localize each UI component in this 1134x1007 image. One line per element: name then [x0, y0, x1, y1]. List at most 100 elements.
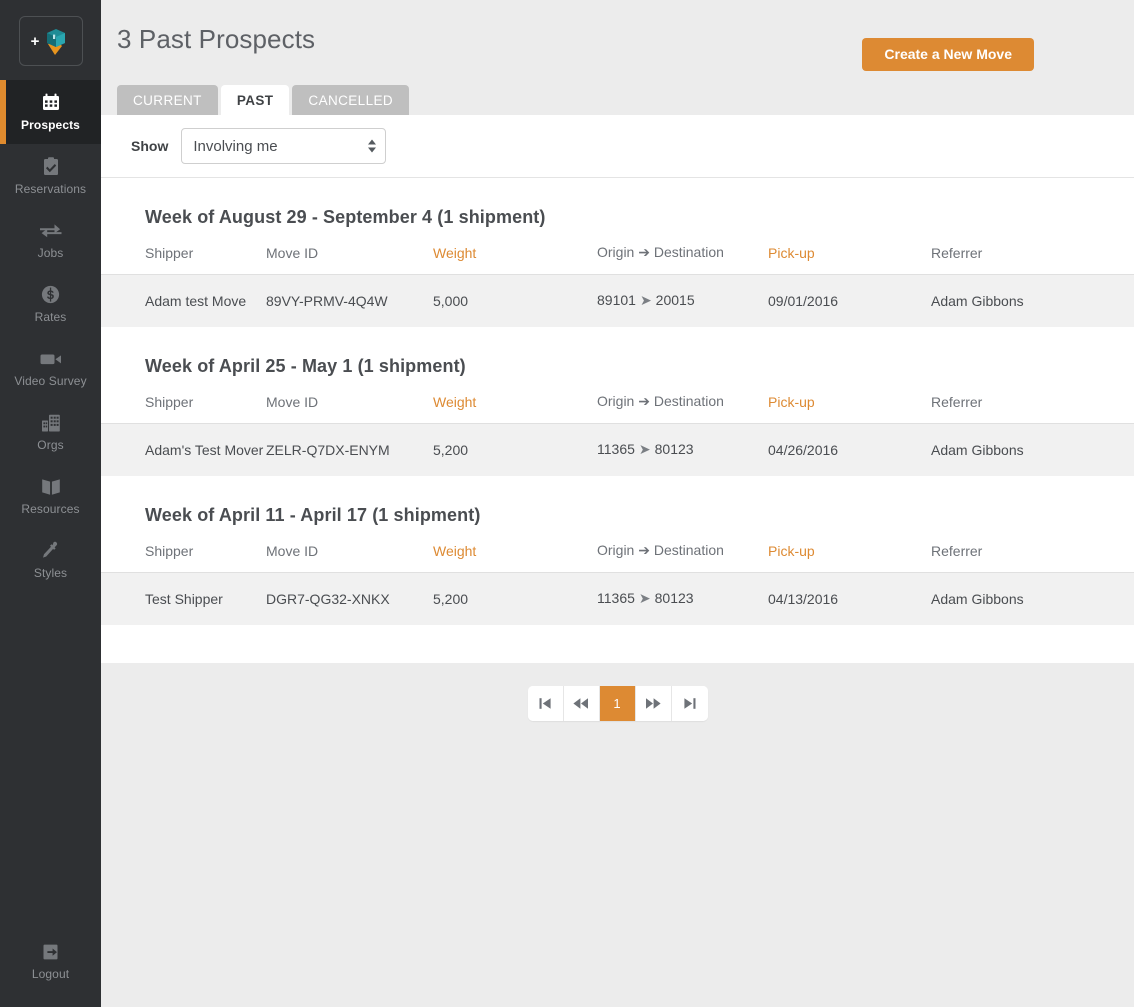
sidebar-item-label: Styles — [33, 565, 68, 580]
cell-origin-destination: 11365 ➤ 80123 — [597, 423, 768, 476]
show-filter-wrapper: Involving me — [181, 128, 387, 164]
calendar-icon — [41, 93, 61, 113]
first-page-button[interactable] — [527, 686, 564, 721]
cell-move-id: 89VY-PRMV-4Q4W — [266, 274, 433, 327]
show-filter-select[interactable]: Involving me — [181, 128, 387, 164]
table-row[interactable]: Adam's Test Mover ZELR-Q7DX-ENYM 5,200 1… — [101, 423, 1134, 476]
main-content: 3 Past Prospects Create a New Move CURRE… — [101, 0, 1134, 1007]
logo-area: + — [0, 0, 101, 66]
cell-origin: 89101 — [597, 292, 636, 308]
app-root: + Prospects Reservations Jobs Rates Vide… — [0, 0, 1134, 1007]
building-icon — [41, 413, 61, 433]
cell-weight: 5,200 — [433, 423, 597, 476]
cell-destination: 80123 — [654, 441, 694, 457]
clipboard-check-icon — [42, 157, 60, 177]
next-page-icon — [645, 697, 661, 710]
column-header-move-id: Move ID — [266, 542, 319, 559]
cell-referrer: Adam Gibbons — [931, 572, 1134, 625]
pagination: 1 — [101, 686, 1134, 721]
column-header-shipper: Shipper — [145, 542, 194, 559]
video-camera-icon — [40, 349, 62, 369]
column-header-weight[interactable]: Weight — [433, 536, 597, 573]
sidebar-bottom: Logout — [0, 929, 101, 1007]
book-icon — [41, 477, 61, 497]
week-group-title: Week of April 11 - April 17 (1 shipment) — [145, 505, 481, 525]
sidebar-item-logout[interactable]: Logout — [0, 929, 101, 993]
column-header-move-id: Move ID — [266, 244, 319, 261]
moves-table: Shipper Move ID Weight Origin ➔ Destinat… — [101, 387, 1134, 476]
cell-pickup: 09/01/2016 — [768, 274, 931, 327]
status-tabs: CURRENT PAST CANCELLED — [117, 85, 410, 115]
sidebar-item-label: Prospects — [21, 117, 80, 132]
sidebar-item-reservations[interactable]: Reservations — [0, 144, 101, 208]
sidebar-item-styles[interactable]: Styles — [0, 528, 101, 592]
tab-cancelled[interactable]: CANCELLED — [292, 85, 410, 115]
sidebar-item-label: Resources — [21, 501, 80, 516]
column-header-shipper: Shipper — [145, 393, 194, 410]
cell-origin-destination: 89101 ➤ 20015 — [597, 274, 768, 327]
page-number-button[interactable]: 1 — [599, 686, 636, 721]
main-sidebar: + Prospects Reservations Jobs Rates Vide… — [0, 0, 101, 1007]
table-header-row: Shipper Move ID Weight Origin ➔ Destinat… — [101, 387, 1134, 424]
sidebar-item-label: Rates — [34, 309, 67, 324]
route-arrow-icon: ➤ — [638, 590, 651, 606]
pagination-area: 1 — [101, 663, 1134, 1007]
week-group: Week of April 11 - April 17 (1 shipment)… — [101, 476, 1134, 625]
cell-destination: 20015 — [655, 292, 695, 308]
create-new-move-button[interactable]: Create a New Move — [862, 38, 1034, 71]
add-move-logo-button[interactable]: + — [18, 16, 83, 66]
cell-weight: 5,200 — [433, 572, 597, 625]
prospects-list: Week of August 29 - September 4 (1 shipm… — [101, 178, 1134, 663]
table-row[interactable]: Test Shipper DGR7-QG32-XNKX 5,200 11365 ➤… — [101, 572, 1134, 625]
moving-box-logo-icon — [42, 26, 70, 56]
sidebar-item-resources[interactable]: Resources — [0, 464, 101, 528]
eyedropper-icon — [41, 541, 60, 561]
next-page-button[interactable] — [635, 686, 672, 721]
transfer-arrows-icon — [39, 221, 62, 241]
cell-weight: 5,000 — [433, 274, 597, 327]
sidebar-item-video-survey[interactable]: Video Survey — [0, 336, 101, 400]
sidebar-nav: Prospects Reservations Jobs Rates Video … — [0, 80, 101, 592]
sidebar-item-label: Orgs — [37, 437, 64, 452]
column-header-pickup[interactable]: Pick-up — [768, 536, 931, 573]
cell-origin: 11365 — [597, 590, 635, 606]
cell-origin: 11365 — [597, 441, 635, 457]
cell-destination: 80123 — [654, 590, 694, 606]
column-header-pickup[interactable]: Pick-up — [768, 238, 931, 275]
cell-move-id: DGR7-QG32-XNKX — [266, 572, 433, 625]
sidebar-item-rates[interactable]: S Rates — [0, 272, 101, 336]
tab-past[interactable]: PAST — [220, 85, 290, 115]
column-header-weight[interactable]: Weight — [433, 387, 597, 424]
tab-current[interactable]: CURRENT — [117, 85, 218, 115]
week-group-title: Week of August 29 - September 4 (1 shipm… — [145, 207, 546, 227]
cell-origin-destination: 11365 ➤ 80123 — [597, 572, 768, 625]
table-row[interactable]: Adam test Move 89VY-PRMV-4Q4W 5,000 8910… — [101, 274, 1134, 327]
last-page-button[interactable] — [671, 686, 708, 721]
week-group-title: Week of April 25 - May 1 (1 shipment) — [145, 356, 466, 376]
cell-shipper: Test Shipper — [101, 572, 266, 625]
column-header-shipper: Shipper — [145, 244, 194, 261]
previous-page-button[interactable] — [563, 686, 600, 721]
sidebar-item-label: Jobs — [37, 245, 64, 260]
column-header-origin-destination: Origin ➔ Destination — [597, 542, 724, 558]
moves-table: Shipper Move ID Weight Origin ➔ Destinat… — [101, 536, 1134, 625]
moves-table: Shipper Move ID Weight Origin ➔ Destinat… — [101, 238, 1134, 327]
table-body: Test Shipper DGR7-QG32-XNKX 5,200 11365 ➤… — [101, 572, 1134, 625]
column-header-weight[interactable]: Weight — [433, 238, 597, 275]
column-header-pickup[interactable]: Pick-up — [768, 387, 931, 424]
column-header-referrer: Referrer — [931, 542, 983, 559]
table-body: Adam's Test Mover ZELR-Q7DX-ENYM 5,200 1… — [101, 423, 1134, 476]
page-header: 3 Past Prospects Create a New Move CURRE… — [101, 0, 1134, 115]
week-group: Week of August 29 - September 4 (1 shipm… — [101, 178, 1134, 327]
sidebar-item-label: Logout — [31, 966, 70, 981]
plus-icon: + — [30, 32, 40, 50]
sidebar-item-orgs[interactable]: Orgs — [0, 400, 101, 464]
route-arrow-icon: ➤ — [639, 292, 652, 308]
filter-bar: Show Involving me — [101, 115, 1134, 178]
table-body: Adam test Move 89VY-PRMV-4Q4W 5,000 8910… — [101, 274, 1134, 327]
column-header-origin-destination: Origin ➔ Destination — [597, 244, 724, 260]
sidebar-item-jobs[interactable]: Jobs — [0, 208, 101, 272]
table-header: Shipper Move ID Weight Origin ➔ Destinat… — [101, 238, 1134, 275]
sidebar-item-prospects[interactable]: Prospects — [0, 80, 101, 144]
show-filter-label: Show — [131, 138, 169, 154]
